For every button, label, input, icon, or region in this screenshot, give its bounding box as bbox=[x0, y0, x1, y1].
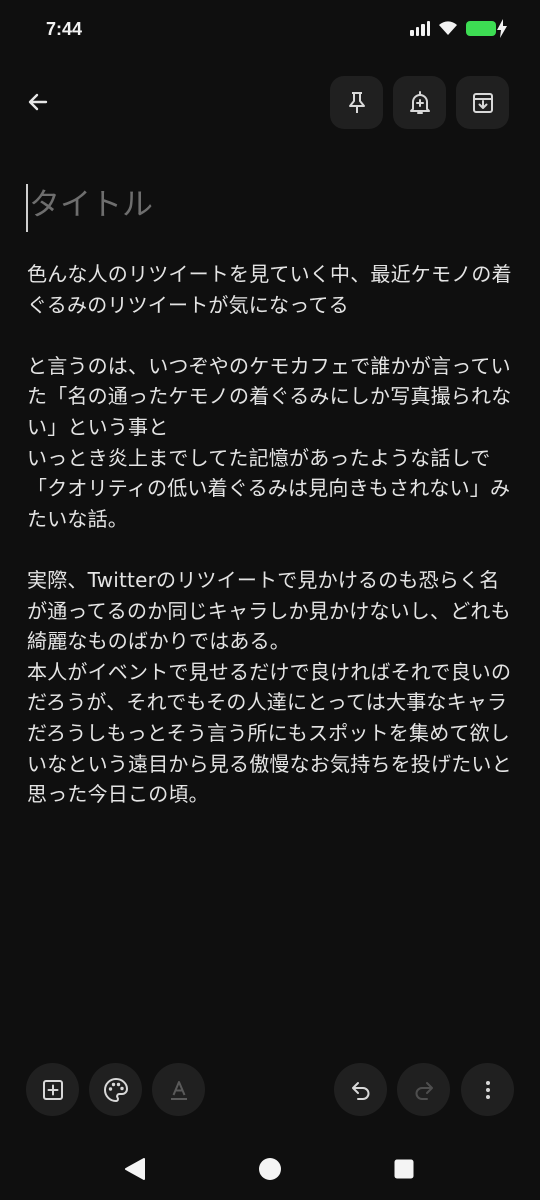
status-bar: 7:44 bbox=[0, 0, 540, 60]
back-button[interactable] bbox=[18, 82, 58, 122]
more-vertical-icon bbox=[485, 1080, 490, 1099]
system-nav-bar bbox=[0, 1140, 540, 1196]
status-time: 7:44 bbox=[46, 19, 83, 39]
reminder-button[interactable] bbox=[393, 76, 446, 129]
back-triangle-icon bbox=[125, 1158, 145, 1180]
home-circle-icon bbox=[259, 1158, 281, 1180]
archive-button[interactable] bbox=[456, 76, 509, 129]
pin-icon bbox=[348, 91, 365, 113]
add-button[interactable] bbox=[26, 1063, 79, 1116]
text-format-button[interactable] bbox=[152, 1063, 205, 1116]
archive-icon bbox=[472, 92, 493, 113]
title-area bbox=[26, 184, 516, 232]
color-button[interactable] bbox=[89, 1063, 142, 1116]
nav-home-button[interactable] bbox=[255, 1154, 285, 1184]
title-input[interactable] bbox=[29, 187, 509, 223]
more-button[interactable] bbox=[461, 1063, 514, 1116]
recents-square-icon bbox=[394, 1159, 414, 1179]
nav-recents-button[interactable] bbox=[389, 1154, 419, 1184]
undo-button[interactable] bbox=[334, 1063, 387, 1116]
status-icons bbox=[410, 18, 507, 38]
plus-box-icon bbox=[42, 1079, 63, 1100]
bottom-toolbar bbox=[0, 1062, 540, 1118]
arrow-left-icon bbox=[28, 93, 48, 111]
top-action-bar bbox=[0, 72, 540, 132]
text-format-icon bbox=[170, 1080, 187, 1100]
text-cursor bbox=[26, 184, 28, 232]
undo-icon bbox=[351, 1081, 369, 1100]
nav-back-button[interactable] bbox=[120, 1154, 150, 1184]
signal-icon bbox=[410, 20, 430, 36]
note-body[interactable]: 色んな人のリツイートを見ていく中、最近ケモノの着ぐるみのリツイートが気になってる… bbox=[27, 259, 515, 810]
wifi-icon bbox=[439, 21, 457, 35]
redo-button[interactable] bbox=[397, 1063, 450, 1116]
pin-button[interactable] bbox=[330, 76, 383, 129]
battery-charging-icon bbox=[466, 18, 507, 38]
palette-icon bbox=[103, 1077, 128, 1102]
redo-icon bbox=[415, 1081, 433, 1100]
bell-plus-icon bbox=[409, 90, 430, 114]
